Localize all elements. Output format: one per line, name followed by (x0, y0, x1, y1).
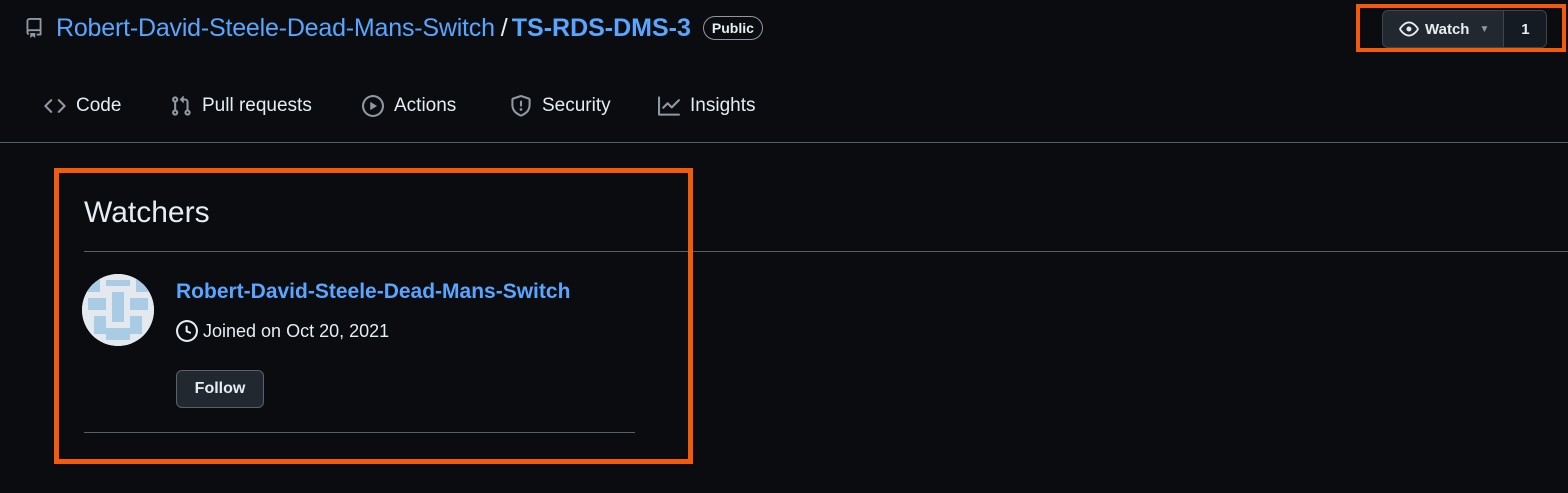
tab-security-label: Security (542, 95, 611, 116)
tab-insights-label: Insights (690, 95, 756, 116)
tab-insights[interactable]: Insights (658, 86, 755, 126)
watch-count[interactable]: 1 (1504, 11, 1547, 47)
repo-icon (24, 18, 44, 38)
tab-code-label: Code (76, 95, 122, 116)
play-icon (362, 95, 384, 117)
page: Robert-David-Steele-Dead-Mans-Switch / T… (0, 0, 1568, 493)
tab-security[interactable]: Security (510, 86, 611, 126)
tab-pull-requests-label: Pull requests (202, 95, 312, 116)
path-separator: / (500, 13, 508, 42)
tab-code[interactable]: Code (44, 86, 121, 126)
code-icon (44, 95, 66, 117)
watch-button-group: Watch ▼ 1 (1382, 10, 1548, 48)
shield-icon (510, 95, 532, 117)
tab-pull-requests[interactable]: Pull requests (170, 86, 312, 126)
repo-owner-link[interactable]: Robert-David-Steele-Dead-Mans-Switch (56, 14, 495, 43)
repo-name-link[interactable]: TS-RDS-DMS-3 (512, 14, 691, 43)
watchers-highlight-box (54, 168, 693, 464)
watch-button[interactable]: Watch ▼ (1383, 11, 1505, 47)
caret-down-icon: ▼ (1479, 23, 1490, 35)
tab-actions-label: Actions (394, 95, 457, 116)
repo-header: Robert-David-Steele-Dead-Mans-Switch / T… (24, 10, 763, 46)
visibility-badge: Public (702, 16, 763, 40)
git-pull-request-icon (170, 95, 192, 117)
watch-label: Watch (1425, 20, 1470, 38)
eye-icon (1399, 19, 1419, 39)
repo-nav: Code Pull requests Actions Security Insi… (0, 86, 1568, 143)
graph-icon (658, 95, 680, 117)
tab-actions[interactable]: Actions (362, 86, 456, 126)
